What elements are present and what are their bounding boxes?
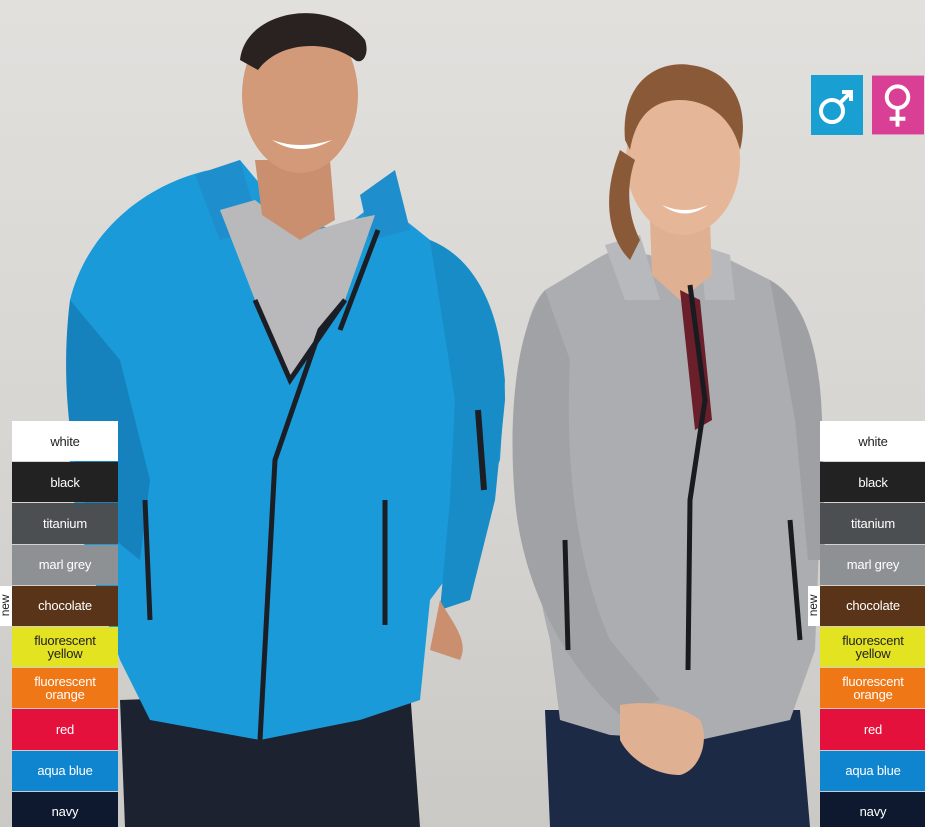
color-swatch-label: titanium [43,515,87,531]
color-swatch-label: marl grey [846,557,900,573]
color-swatch-marl-grey[interactable]: marl grey [820,544,925,585]
color-swatch-white[interactable]: white [820,421,925,462]
woman-figure [512,64,825,827]
color-swatch-fluorescent-orange[interactable]: fluorescent orange [12,668,118,709]
color-swatch-label: fluorescent orange [34,674,96,703]
models-illustration [66,13,825,827]
female-badge [872,75,924,135]
color-swatch-white[interactable]: white [12,421,118,462]
color-swatch-label: chocolate [846,598,900,614]
color-swatch-label: chocolate [38,598,92,614]
color-swatch-label: red [863,721,883,737]
male-icon [811,75,863,135]
color-swatch-label: navy [51,804,79,820]
man-figure [66,13,505,827]
color-swatch-marl-grey[interactable]: marl grey [12,544,118,585]
color-swatch-label: aqua blue [37,763,93,779]
color-swatch-label: red [55,721,75,737]
color-swatch-aqua-blue[interactable]: aqua blue [820,750,925,791]
new-badge: new [807,585,821,626]
color-swatch-label: white [50,433,80,449]
color-swatch-label: aqua blue [845,763,901,779]
color-swatch-label: titanium [851,515,895,531]
color-swatch-label: fluorescent yellow [842,633,904,662]
color-swatch-chocolate[interactable]: chocolate new [0,585,118,626]
color-swatch-label: fluorescent orange [842,674,904,703]
color-swatch-aqua-blue[interactable]: aqua blue [12,750,118,791]
color-swatch-titanium[interactable]: titanium [820,503,925,544]
color-swatch-label: black [858,474,888,490]
new-badge: new [0,585,13,626]
color-swatches-men: white black titanium marl grey chocolate new f… [0,421,118,827]
female-icon [872,75,924,135]
color-swatches-women: white black titanium marl grey chocolate new f… [807,421,925,827]
color-swatch-fluorescent-yellow[interactable]: fluorescent yellow [820,626,925,668]
color-swatch-navy[interactable]: navy [820,791,925,827]
color-swatch-red[interactable]: red [12,709,118,750]
male-badge [811,75,863,135]
color-swatch-black[interactable]: black [820,462,925,503]
color-swatch-titanium[interactable]: titanium [12,503,118,544]
product-photo: white black titanium marl grey chocolate new f… [0,0,925,827]
color-swatch-chocolate[interactable]: chocolate new [807,585,925,626]
color-swatch-fluorescent-yellow[interactable]: fluorescent yellow [12,626,118,668]
color-swatch-label: fluorescent yellow [34,633,96,662]
color-swatch-label: navy [859,804,887,820]
color-swatch-label: white [858,433,888,449]
color-swatch-navy[interactable]: navy [12,791,118,827]
color-swatch-label: marl grey [38,557,92,573]
color-swatch-red[interactable]: red [820,709,925,750]
color-swatch-label: black [50,474,80,490]
color-swatch-fluorescent-orange[interactable]: fluorescent orange [820,668,925,709]
color-swatch-black[interactable]: black [12,462,118,503]
